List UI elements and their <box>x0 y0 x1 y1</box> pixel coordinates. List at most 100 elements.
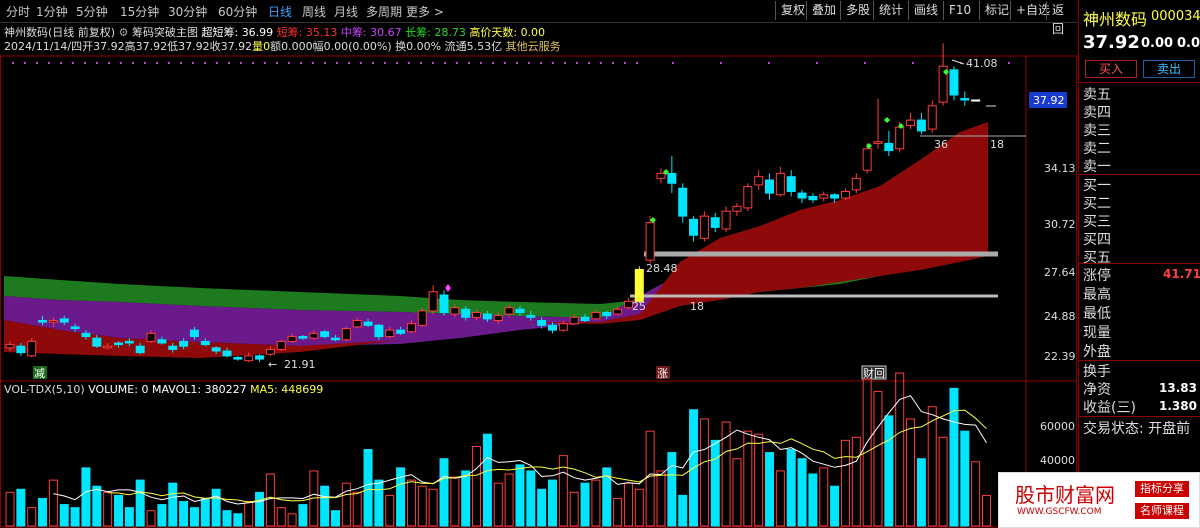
sell-level-4: 卖四 <box>1083 105 1111 121</box>
candle-body <box>157 339 167 344</box>
period-tab-8[interactable]: 月线 <box>334 3 358 20</box>
volume-bar <box>656 470 666 527</box>
volume-bar <box>895 372 905 527</box>
last-price: 37.92 <box>1083 32 1140 53</box>
candle-body <box>537 319 547 326</box>
toolbar-button-6[interactable]: 标记 <box>979 1 1014 20</box>
period-tab-1[interactable]: 1分钟 <box>36 3 68 20</box>
candle-body <box>287 336 297 342</box>
candle-body <box>797 192 807 199</box>
toolbar-button-2[interactable]: 多股 <box>840 1 875 20</box>
kline-chart[interactable]: 41.08 21.91 ← 28.48 36 18 25 18 34.13 30.72 27.64 2… <box>0 0 1078 528</box>
candle-body <box>916 119 926 132</box>
toolbar-button-1[interactable]: 叠加 <box>806 1 841 20</box>
candle-body <box>331 337 340 341</box>
dot-marker <box>672 62 674 64</box>
dot-marker <box>396 62 398 64</box>
dot-marker <box>432 62 434 64</box>
vol-indicator-name[interactable]: VOL-TDX(5,10) <box>4 383 85 396</box>
volume-bar <box>667 452 677 527</box>
candle-body <box>211 347 221 352</box>
candle-body <box>602 311 612 317</box>
trade-status: 交易状态: 开盘前 <box>1083 421 1191 437</box>
candle-body <box>461 308 471 318</box>
dot-marker <box>120 62 122 64</box>
candle-body <box>949 69 959 96</box>
zhangting-value: 41.71 <box>1163 267 1200 281</box>
high-value: 37.92 <box>135 40 168 53</box>
service-link[interactable]: 其他云服务 <box>506 40 561 53</box>
price-mark-25: 25 <box>632 300 646 313</box>
period-tab-10[interactable]: 更多 > <box>406 3 444 20</box>
volume-bar <box>352 491 362 527</box>
candle-body <box>830 194 840 199</box>
toolbar-button-5[interactable]: F10 <box>943 1 976 20</box>
period-tab-4[interactable]: 30分钟 <box>168 3 207 20</box>
volume-bar <box>255 491 265 527</box>
toolbar-button-3[interactable]: 统计 <box>873 1 908 20</box>
dot-marker <box>72 62 74 64</box>
volume-bar <box>797 458 807 527</box>
period-tab-2[interactable]: 5分钟 <box>76 3 108 20</box>
vol-mavol1: MAVOL1: 380227 <box>151 383 247 396</box>
volume-bar <box>70 507 80 527</box>
candle-body <box>352 319 362 328</box>
volume-bar <box>982 494 991 527</box>
dot-marker <box>504 62 506 64</box>
period-tab-5[interactable]: 60分钟 <box>218 3 257 20</box>
candle-body <box>775 172 785 196</box>
dot-marker <box>588 62 590 64</box>
dot-marker <box>540 62 542 64</box>
price-tick-label: 34.13 <box>1044 162 1076 175</box>
watermark-title: 股市财富网 <box>1015 483 1115 507</box>
volume-bar <box>5 491 15 527</box>
candle-body <box>38 319 48 323</box>
period-tab-0[interactable]: 分时 <box>6 3 30 20</box>
toolbar-button-4[interactable]: 画线 <box>908 1 943 20</box>
dot-marker <box>264 62 266 64</box>
huanshou-label: 换手 <box>1083 364 1111 380</box>
dot-marker <box>300 62 302 64</box>
watermark-tag1: 指标分享 <box>1135 481 1189 497</box>
high-label: 高 <box>124 40 136 53</box>
current-price-label: 37.92 <box>1033 94 1065 107</box>
toolbar-button-8[interactable]: 返回 <box>1046 1 1078 36</box>
dot-marker <box>12 62 14 64</box>
dot-marker <box>408 62 410 64</box>
buy-button[interactable]: 买入 <box>1085 60 1137 78</box>
price-tick-label: 24.88 <box>1044 310 1076 323</box>
turn-value: 0.00% <box>406 40 442 53</box>
buy-level-5: 买五 <box>1083 250 1111 266</box>
volume-bar <box>884 415 894 527</box>
price-mark-18: 18 <box>990 138 1004 151</box>
dot-marker <box>24 62 26 64</box>
volume-bar <box>786 449 796 527</box>
candle-body <box>200 340 210 346</box>
dot-marker <box>192 62 194 64</box>
sell-level-5: 卖五 <box>1083 87 1111 103</box>
volume-bar <box>971 461 981 527</box>
volume-bar <box>276 507 286 527</box>
period-tab-6[interactable]: 日线 <box>268 3 292 20</box>
volume-bar <box>515 464 525 527</box>
low-price-label: 21.91 <box>284 358 316 371</box>
volume-bar <box>16 488 26 527</box>
volume-bar <box>548 479 557 527</box>
low-label: 低 <box>167 40 179 53</box>
candle-body <box>927 105 937 130</box>
sell-button[interactable]: 卖出 <box>1143 60 1195 78</box>
candle-body <box>146 332 156 342</box>
vol-label: 量 <box>252 40 264 53</box>
period-tab-3[interactable]: 15分钟 <box>120 3 159 20</box>
volume-bar <box>406 479 416 527</box>
volume-bar <box>59 504 69 527</box>
toolbar-button-0[interactable]: 复权 <box>775 1 810 20</box>
sell-level-2: 卖二 <box>1083 141 1111 157</box>
period-tab-9[interactable]: 多周期 <box>366 3 402 20</box>
candle-body <box>667 172 677 184</box>
period-tab-7[interactable]: 周线 <box>302 3 326 20</box>
volume-bar <box>960 430 970 527</box>
volume-bar <box>211 488 221 527</box>
volume-bar <box>27 507 37 527</box>
candle-body <box>244 355 254 362</box>
